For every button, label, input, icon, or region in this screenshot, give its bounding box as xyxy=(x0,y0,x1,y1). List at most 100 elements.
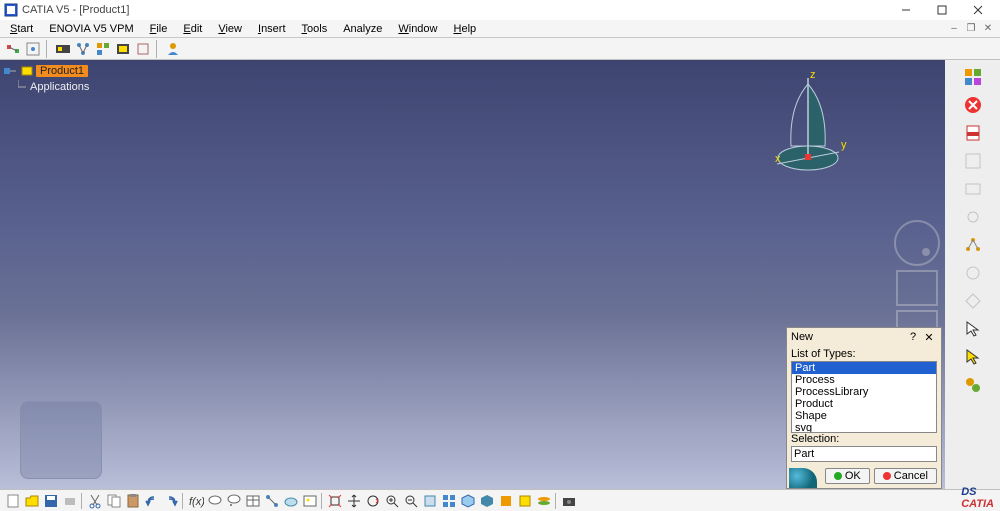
btool-zoomout-icon[interactable] xyxy=(402,492,420,510)
btool-img-icon[interactable] xyxy=(301,492,319,510)
close-button[interactable] xyxy=(960,0,996,20)
menu-enovia[interactable]: ENOVIA V5 VPM xyxy=(41,22,141,36)
rtool-select2-icon[interactable] xyxy=(962,346,984,368)
rtool-pdf-icon[interactable] xyxy=(962,122,984,144)
list-item[interactable]: Shape xyxy=(792,410,936,422)
viewport-thumbnail[interactable] xyxy=(20,401,102,479)
list-item[interactable]: Part xyxy=(792,362,936,374)
svg-text:y: y xyxy=(841,139,847,151)
btool-normview-icon[interactable] xyxy=(421,492,439,510)
tree-child-label: Applications xyxy=(30,81,89,93)
btool-undo-icon[interactable] xyxy=(143,492,161,510)
ok-button[interactable]: OK xyxy=(825,468,870,484)
btool-copy-icon[interactable] xyxy=(105,492,123,510)
btool-paste-icon[interactable] xyxy=(124,492,142,510)
tree-child-applications[interactable]: Applications xyxy=(18,80,89,94)
btool-pan-icon[interactable] xyxy=(345,492,363,510)
menu-view[interactable]: View xyxy=(210,22,250,36)
rtool-hierarchy-icon[interactable] xyxy=(962,234,984,256)
catia-logo: DSCATIA xyxy=(961,486,994,510)
btool-chat-icon[interactable] xyxy=(206,492,224,510)
list-label: List of Types: xyxy=(791,348,937,360)
tool-highlight-icon[interactable] xyxy=(114,40,132,58)
view-manipulator[interactable] xyxy=(894,220,940,338)
specification-tree: Product1 Applications xyxy=(4,64,89,94)
menu-help[interactable]: Help xyxy=(446,22,485,36)
tool-constraint-icon[interactable] xyxy=(4,40,22,58)
menu-edit[interactable]: Edit xyxy=(175,22,210,36)
menu-start[interactable]: Start xyxy=(2,22,41,36)
tool-link-icon[interactable] xyxy=(24,40,42,58)
btool-cut-icon[interactable] xyxy=(86,492,104,510)
btool-rotate-icon[interactable] xyxy=(364,492,382,510)
list-item[interactable]: svg xyxy=(792,422,936,433)
btool-show-icon[interactable] xyxy=(516,492,534,510)
btool-think-icon[interactable] xyxy=(225,492,243,510)
btool-zoomin-icon[interactable] xyxy=(383,492,401,510)
svg-text:f(x): f(x) xyxy=(189,496,204,508)
btool-multiview-icon[interactable] xyxy=(440,492,458,510)
rtool-stop-icon[interactable] xyxy=(962,94,984,116)
dialog-globe-icon xyxy=(789,468,817,488)
btool-table-icon[interactable] xyxy=(244,492,262,510)
list-item[interactable]: Process xyxy=(792,374,936,386)
rtool-diamond-icon[interactable] xyxy=(962,290,984,312)
dialog-close-button[interactable]: ✕ xyxy=(921,331,937,344)
child-minimize-button[interactable]: – xyxy=(946,22,962,36)
btool-hide-icon[interactable] xyxy=(497,492,515,510)
btool-redo-icon[interactable] xyxy=(162,492,180,510)
right-toolbar xyxy=(945,60,1000,489)
svg-text:x: x xyxy=(775,153,781,165)
rtool-box1-icon[interactable] xyxy=(962,150,984,172)
cancel-button[interactable]: Cancel xyxy=(874,468,937,484)
tool-toggle1-icon[interactable] xyxy=(54,40,72,58)
maximize-button[interactable] xyxy=(924,0,960,20)
btool-open-icon[interactable] xyxy=(23,492,41,510)
tool-person-icon[interactable] xyxy=(164,40,182,58)
menu-file[interactable]: File xyxy=(142,22,176,36)
rtool-circle-icon[interactable] xyxy=(962,262,984,284)
svg-text:z: z xyxy=(810,69,816,81)
child-close-button[interactable]: ✕ xyxy=(980,22,996,36)
window-title: CATIA V5 - [Product1] xyxy=(22,4,888,16)
menu-insert[interactable]: Insert xyxy=(250,22,294,36)
menu-bar: Start ENOVIA V5 VPM File Edit View Inser… xyxy=(0,20,1000,38)
tool-box-icon[interactable] xyxy=(134,40,152,58)
rtool-gear-icon[interactable] xyxy=(962,206,984,228)
tool-tree-icon[interactable] xyxy=(74,40,92,58)
list-item[interactable]: ProcessLibrary xyxy=(792,386,936,398)
tree-root-label: Product1 xyxy=(36,65,88,77)
btool-iso-icon[interactable] xyxy=(459,492,477,510)
dialog-help-button[interactable]: ? xyxy=(905,331,921,343)
btool-fx-icon[interactable]: f(x) xyxy=(187,492,205,510)
type-listbox[interactable]: Part Process ProcessLibrary Product Shap… xyxy=(791,361,937,433)
title-bar: CATIA V5 - [Product1] xyxy=(0,0,1000,20)
toolbar-top xyxy=(0,38,1000,60)
selection-input[interactable] xyxy=(791,446,937,462)
menu-tools[interactable]: Tools xyxy=(294,22,336,36)
tree-root-row[interactable]: Product1 xyxy=(4,64,89,78)
compass[interactable]: z y x xyxy=(763,66,853,176)
dialog-title: New xyxy=(791,331,905,343)
btool-layer-icon[interactable] xyxy=(535,492,553,510)
btool-new-icon[interactable] xyxy=(4,492,22,510)
rtool-grid-icon[interactable] xyxy=(962,66,984,88)
minimize-button[interactable] xyxy=(888,0,924,20)
dialog-titlebar[interactable]: New ? ✕ xyxy=(787,328,941,346)
rtool-select-icon[interactable] xyxy=(962,318,984,340)
btool-shade-icon[interactable] xyxy=(478,492,496,510)
btool-cloud-icon[interactable] xyxy=(282,492,300,510)
btool-save-icon[interactable] xyxy=(42,492,60,510)
selection-label: Selection: xyxy=(791,433,937,445)
rtool-box2-icon[interactable] xyxy=(962,178,984,200)
list-item[interactable]: Product xyxy=(792,398,936,410)
btool-tree-icon[interactable] xyxy=(263,492,281,510)
btool-print-icon[interactable] xyxy=(61,492,79,510)
child-restore-button[interactable]: ❐ xyxy=(963,22,979,36)
rtool-gears-icon[interactable] xyxy=(962,374,984,396)
menu-window[interactable]: Window xyxy=(390,22,445,36)
btool-camera-icon[interactable] xyxy=(560,492,578,510)
btool-fit-icon[interactable] xyxy=(326,492,344,510)
menu-analyze[interactable]: Analyze xyxy=(335,22,390,36)
tool-assembly-icon[interactable] xyxy=(94,40,112,58)
